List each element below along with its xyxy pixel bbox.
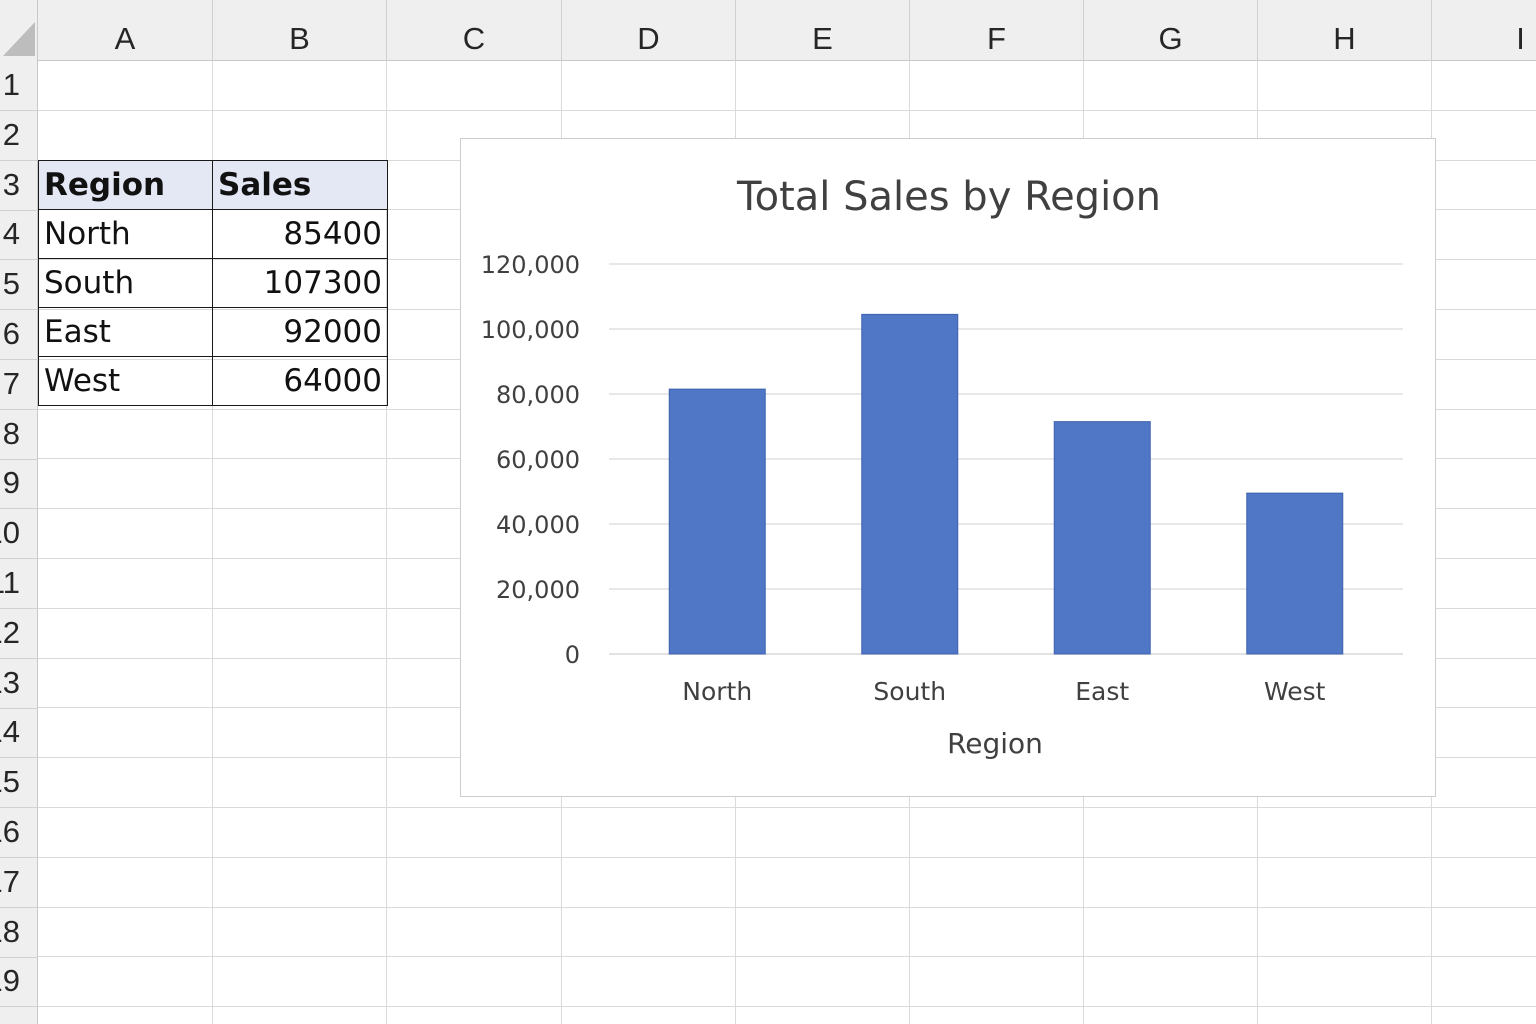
grid-row-line (38, 807, 1536, 808)
column-header-d[interactable]: D (562, 0, 736, 61)
grid-row-line (38, 857, 1536, 858)
row-number-label: 7 (2, 365, 20, 401)
sales-cell[interactable]: 64000 (212, 356, 388, 406)
row-header-18[interactable]: 18 (0, 908, 38, 958)
y-tick-label: 100,000 (481, 316, 580, 344)
row-number-label: 2 (2, 116, 20, 152)
column-header-g[interactable]: G (1084, 0, 1258, 61)
row-number-label: 10 (0, 515, 20, 551)
chart-title[interactable]: Total Sales by Region (736, 174, 1161, 220)
x-tick-label: West (1264, 677, 1326, 706)
row-header-17[interactable]: 17 (0, 858, 38, 908)
y-tick-label: 20,000 (496, 576, 580, 604)
column-header-h[interactable]: H (1258, 0, 1432, 61)
row-number-label: 9 (2, 465, 20, 501)
row-header-7[interactable]: 7 (0, 360, 38, 410)
row-header-15[interactable]: 15 (0, 758, 38, 809)
region-cell[interactable]: East (38, 307, 213, 357)
table-row: North 85400 (38, 209, 388, 259)
bar-west[interactable] (1246, 492, 1344, 655)
row-header-14[interactable]: 14 (0, 708, 38, 759)
chart-canvas: Total Sales by Region 0 20,000 40,000 60,00… (481, 174, 1403, 760)
y-axis-tick-labels: 0 20,000 40,000 60,000 80,000 100,000 120,000 (481, 251, 580, 669)
bar-north[interactable] (668, 388, 766, 655)
row-number-label: 11 (0, 565, 20, 600)
y-tick-label: 60,000 (496, 446, 580, 474)
row-header-6[interactable]: 6 (0, 310, 38, 360)
select-all-triangle-icon (3, 22, 35, 56)
row-header-13[interactable]: 13 (0, 659, 38, 709)
bar-east[interactable] (1053, 421, 1151, 655)
grid-row-line (38, 907, 1536, 908)
column-header-b[interactable]: B (213, 0, 387, 61)
column-header-c[interactable]: C (387, 0, 562, 61)
region-cell[interactable]: South (38, 258, 213, 308)
row-header-4[interactable]: 4 (0, 210, 38, 261)
select-all-button[interactable] (0, 0, 38, 61)
row-header-5[interactable]: 5 (0, 260, 38, 311)
column-header-e[interactable]: E (736, 0, 910, 61)
sales-data-table: Region Sales North 85400 South 107300 Ea… (38, 160, 388, 406)
row-header-12[interactable]: 12 (0, 609, 38, 659)
row-number-label: 4 (2, 216, 20, 252)
row-number-label: 5 (2, 266, 20, 302)
row-number-label: 1 (2, 67, 20, 102)
embedded-bar-chart[interactable]: Total Sales by Region 0 20,000 40,000 60,00… (460, 138, 1436, 797)
sales-cell[interactable]: 92000 (212, 307, 388, 357)
x-tick-label: East (1075, 677, 1129, 706)
row-number-label: 16 (0, 814, 20, 849)
y-tick-label: 40,000 (496, 511, 580, 539)
row-header-19[interactable]: 19 (0, 957, 38, 1008)
row-number-label: 8 (2, 415, 20, 451)
row-number-label: 17 (0, 863, 20, 899)
column-header-a[interactable]: A (38, 0, 213, 61)
row-number-label: 19 (0, 963, 20, 999)
row-number-label: 18 (0, 913, 20, 949)
header-cell-sales[interactable]: Sales (212, 160, 388, 210)
row-number-label: 3 (2, 166, 20, 202)
x-axis-tick-labels: North South East West (682, 677, 1325, 706)
row-header-11[interactable]: 11 (0, 559, 38, 609)
column-header-i[interactable]: I (1432, 0, 1536, 61)
region-cell[interactable]: West (38, 356, 213, 406)
sales-cell[interactable]: 85400 (212, 209, 388, 259)
row-header-10[interactable]: 10 (0, 509, 38, 560)
row-header-16[interactable]: 16 (0, 808, 38, 858)
row-header-bar: 12345678910111213141516171819 (0, 61, 38, 1024)
row-number-label: 14 (0, 714, 20, 750)
row-header-2[interactable]: 2 (0, 111, 38, 161)
x-tick-label: South (873, 677, 946, 706)
table-header-row: Region Sales (38, 160, 388, 210)
row-number-label: 13 (0, 664, 20, 700)
row-header-9[interactable]: 9 (0, 459, 38, 510)
bar-south[interactable] (861, 313, 959, 655)
row-number-label: 15 (0, 764, 20, 800)
header-cell-region[interactable]: Region (38, 160, 213, 210)
y-tick-label: 120,000 (481, 251, 580, 279)
y-tick-label: 0 (565, 641, 580, 669)
row-header-8[interactable]: 8 (0, 410, 38, 460)
chart-bars (668, 313, 1344, 655)
grid-row-line (38, 1006, 1536, 1007)
column-header-f[interactable]: F (910, 0, 1084, 61)
table-row: East 92000 (38, 307, 388, 357)
row-header-3[interactable]: 3 (0, 161, 38, 211)
region-cell[interactable]: North (38, 209, 213, 259)
x-tick-label: North (682, 677, 752, 706)
spreadsheet: ABCDEFGHI 12345678910111213141516171819 … (0, 0, 1536, 1024)
table-row: South 107300 (38, 258, 388, 308)
sales-cell[interactable]: 107300 (212, 258, 388, 308)
grid-row-line (38, 956, 1536, 957)
grid-row-line (38, 110, 1536, 111)
x-axis-title[interactable]: Region (947, 727, 1043, 760)
y-tick-label: 80,000 (496, 381, 580, 409)
row-header-1[interactable]: 1 (0, 61, 38, 111)
row-number-label: 6 (2, 316, 20, 351)
row-number-label: 12 (0, 614, 20, 650)
column-header-bar: ABCDEFGHI (0, 0, 1536, 61)
table-row: West 64000 (38, 356, 388, 406)
